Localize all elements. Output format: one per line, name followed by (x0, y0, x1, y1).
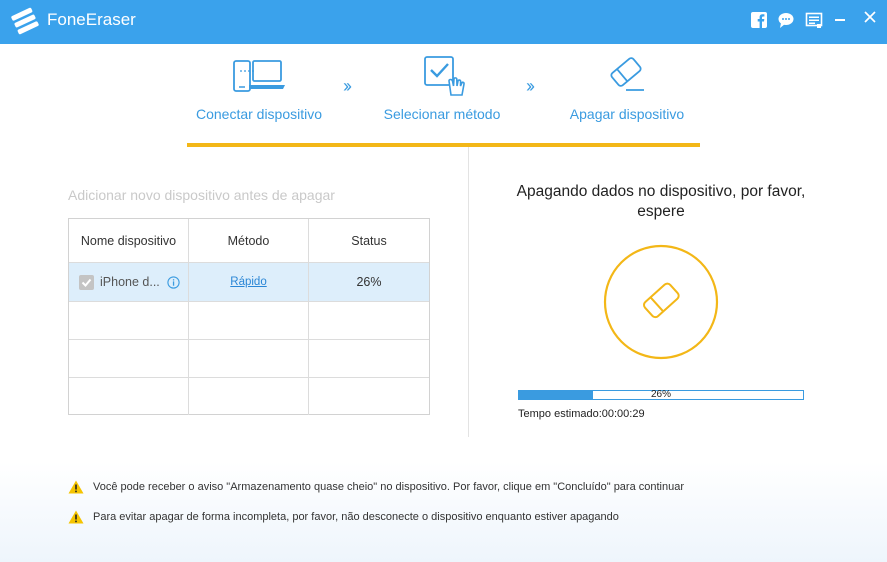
step-connect-device: Conectar dispositivo (195, 106, 323, 122)
warning-text: Você pode receber o aviso "Armazenamento… (93, 481, 685, 493)
device-checkbox[interactable] (79, 274, 94, 290)
estimated-time: Tempo estimado:00:00:29 (518, 408, 645, 420)
app-title: FoneEraser (47, 10, 136, 29)
check-icon (81, 278, 92, 287)
active-step-indicator (187, 143, 700, 147)
eta-value: 00:00:29 (601, 408, 645, 420)
warning-text: Para evitar apagar de forma incompleta, … (93, 511, 619, 523)
eraser-icon (610, 57, 644, 91)
info-icon[interactable] (167, 275, 180, 289)
column-header-device-name: Nome dispositivo (69, 219, 189, 262)
empty-cell (189, 340, 309, 377)
eraser-icon (642, 282, 680, 319)
empty-cell (189, 378, 309, 415)
erasing-progress-circle (603, 244, 719, 360)
status-cell: 26% (356, 275, 382, 289)
step-erase-device: Apagar dispositivo (569, 106, 685, 122)
step-arrow-icon: ›› (343, 76, 352, 96)
table-row (69, 340, 429, 378)
table-row[interactable]: iPhone d... Rápido 26% (69, 263, 429, 302)
erase-progress-bar: 26% (518, 389, 804, 400)
method-cell: Rápido (189, 263, 309, 301)
title-bar: FoneEraser (0, 0, 887, 44)
facebook-icon[interactable] (750, 11, 768, 29)
device-name-cell: iPhone d... (69, 263, 189, 301)
empty-cell (309, 378, 429, 415)
column-header-method: Método (189, 219, 309, 262)
warning-icon (68, 480, 84, 494)
empty-cell (309, 340, 429, 377)
table-row (69, 302, 429, 340)
progress-text: 26% (650, 389, 671, 400)
device-name: iPhone d... (100, 275, 160, 289)
empty-cell (69, 302, 189, 339)
step-arrow-icon: ›› (526, 76, 535, 96)
empty-cell (69, 340, 189, 377)
close-icon[interactable] (863, 10, 877, 24)
panel-divider (468, 147, 469, 437)
empty-cell (189, 302, 309, 339)
column-header-status: Status (351, 233, 387, 248)
warning-icon (68, 510, 84, 524)
device-table: Nome dispositivo Método Status iPhone d.… (68, 218, 430, 415)
chat-icon[interactable] (777, 11, 795, 29)
eta-label: Tempo estimado: (518, 408, 602, 420)
warning-storage: Você pode receber o aviso "Armazenamento… (68, 480, 684, 494)
select-method-icon (424, 56, 465, 96)
minimize-icon[interactable] (835, 19, 845, 21)
empty-cell (309, 302, 429, 339)
devices-icon (233, 60, 285, 92)
table-row (69, 378, 429, 415)
empty-cell (69, 378, 189, 415)
warning-disconnect: Para evitar apagar de forma incompleta, … (68, 510, 619, 524)
step-select-method: Selecionar método (383, 106, 501, 122)
method-link[interactable]: Rápido (230, 276, 266, 288)
erasing-message: Apagando dados no dispositivo, por favor… (516, 183, 806, 220)
menu-icon[interactable] (805, 11, 823, 29)
table-header: Nome dispositivo Método Status (69, 219, 429, 263)
fone-eraser-logo-icon (11, 7, 39, 35)
add-device-link[interactable]: Adicionar novo dispositivo antes de apag… (68, 187, 335, 203)
